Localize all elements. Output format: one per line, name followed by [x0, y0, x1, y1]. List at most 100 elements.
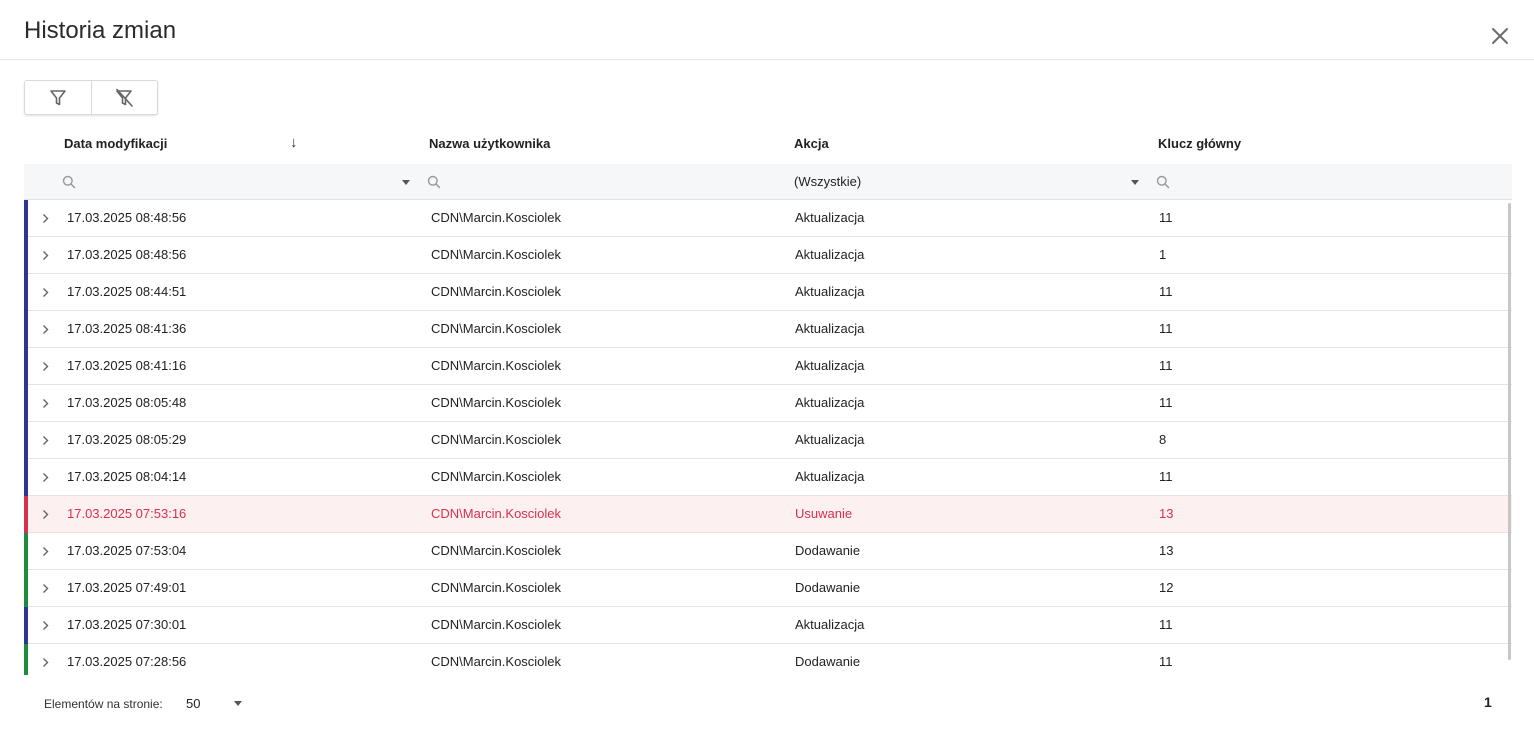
action-cell: Aktualizacja [795, 358, 865, 373]
action-cell: Dodawanie [795, 654, 861, 669]
date-cell: 17.03.2025 07:53:16 [67, 506, 187, 521]
user-cell: CDN\Marcin.Kosciolek [431, 358, 562, 373]
expand-chevron-icon[interactable] [40, 398, 51, 409]
action-cell: Aktualizacja [795, 210, 865, 225]
date-cell: 17.03.2025 08:04:14 [67, 469, 187, 484]
search-icon [1156, 175, 1170, 188]
action-filter-dropdown-icon[interactable] [1131, 180, 1139, 185]
date-cell: 17.03.2025 08:05:29 [67, 432, 187, 447]
table-row[interactable]: 17.03.2025 08:04:14 CDN\Marcin.Kosciolek A… [24, 459, 1512, 496]
key-cell: 8 [1159, 432, 1167, 447]
key-cell: 11 [1159, 469, 1173, 484]
column-header-user[interactable]: Nazwa użytkownika [429, 136, 550, 151]
key-cell: 11 [1159, 654, 1173, 669]
clear-filter-button[interactable] [90, 81, 158, 114]
date-filter-dropdown-icon[interactable] [402, 180, 410, 185]
table-row[interactable]: 17.03.2025 07:49:01 CDN\Marcin.Kosciolek D… [24, 570, 1512, 607]
key-cell: 11 [1159, 321, 1173, 336]
column-header-key[interactable]: Klucz główny [1158, 136, 1241, 151]
table-row[interactable]: 17.03.2025 08:44:51 CDN\Marcin.Kosciolek A… [24, 274, 1512, 311]
dialog-title: Historia zmian [24, 17, 177, 44]
expand-chevron-icon[interactable] [40, 657, 51, 668]
table-row[interactable]: 17.03.2025 08:48:56 CDN\Marcin.Kosciolek A… [24, 200, 1512, 237]
key-cell: 1 [1159, 247, 1167, 262]
vertical-scrollbar[interactable] [1508, 203, 1511, 660]
user-cell: CDN\Marcin.Kosciolek [431, 321, 562, 336]
table-row[interactable]: 17.03.2025 07:28:56 CDN\Marcin.Kosciolek D… [24, 644, 1512, 675]
page-size-dropdown-icon[interactable] [234, 701, 242, 706]
user-cell: CDN\Marcin.Kosciolek [431, 284, 562, 299]
column-header-date[interactable]: Data modyfikacji [64, 136, 167, 151]
search-icon [62, 175, 76, 188]
date-filter-input[interactable] [62, 164, 412, 199]
filter-button[interactable] [25, 81, 91, 114]
table-row[interactable]: 17.03.2025 08:05:29 CDN\Marcin.Kosciolek A… [24, 422, 1512, 459]
action-filter-select[interactable]: (Wszystkie) [794, 164, 1144, 199]
user-cell: CDN\Marcin.Kosciolek [431, 506, 562, 521]
page-size-label: Elementów na stronie: [44, 697, 163, 711]
key-filter-input[interactable] [1156, 164, 1506, 199]
date-cell: 17.03.2025 07:49:01 [67, 580, 187, 595]
sort-descending-icon[interactable]: ↓ [290, 134, 298, 151]
row-status-indicator [24, 274, 28, 311]
key-cell: 11 [1159, 358, 1173, 373]
user-cell: CDN\Marcin.Kosciolek [431, 210, 562, 225]
expand-chevron-icon[interactable] [40, 435, 51, 446]
expand-chevron-icon[interactable] [40, 583, 51, 594]
row-status-indicator [24, 200, 28, 237]
date-cell: 17.03.2025 08:05:48 [67, 395, 187, 410]
user-cell: CDN\Marcin.Kosciolek [431, 247, 562, 262]
date-cell: 17.03.2025 07:28:56 [67, 654, 187, 669]
expand-chevron-icon[interactable] [40, 287, 51, 298]
row-status-indicator [24, 570, 28, 607]
user-cell: CDN\Marcin.Kosciolek [431, 617, 562, 632]
key-cell: 13 [1159, 506, 1174, 521]
expand-chevron-icon[interactable] [40, 324, 51, 335]
action-cell: Aktualizacja [795, 469, 865, 484]
row-status-indicator [24, 348, 28, 385]
action-cell: Aktualizacja [795, 432, 865, 447]
table-row[interactable]: 17.03.2025 07:53:04 CDN\Marcin.Kosciolek D… [24, 533, 1512, 570]
column-header-action[interactable]: Akcja [794, 136, 829, 151]
key-cell: 11 [1159, 395, 1173, 410]
user-cell: CDN\Marcin.Kosciolek [431, 654, 562, 669]
table-row[interactable]: 17.03.2025 08:41:16 CDN\Marcin.Kosciolek A… [24, 348, 1512, 385]
table-row[interactable]: 17.03.2025 07:53:16 CDN\Marcin.Kosciolek U… [24, 496, 1512, 533]
close-icon[interactable] [1489, 25, 1511, 47]
date-cell: 17.03.2025 08:41:36 [67, 321, 187, 336]
expand-chevron-icon[interactable] [40, 361, 51, 372]
filter-toolbar [24, 80, 158, 115]
table-row[interactable]: 17.03.2025 08:41:36 CDN\Marcin.Kosciolek A… [24, 311, 1512, 348]
current-page[interactable]: 1 [1484, 694, 1492, 710]
expand-chevron-icon[interactable] [40, 620, 51, 631]
action-filter-value: (Wszystkie) [794, 174, 862, 189]
key-cell: 11 [1159, 210, 1173, 225]
expand-chevron-icon[interactable] [40, 250, 51, 261]
expand-chevron-icon[interactable] [40, 546, 51, 557]
user-cell: CDN\Marcin.Kosciolek [431, 580, 562, 595]
key-cell: 12 [1159, 580, 1174, 595]
action-cell: Aktualizacja [795, 247, 865, 262]
date-cell: 17.03.2025 07:53:04 [67, 543, 187, 558]
table-row[interactable]: 17.03.2025 08:05:48 CDN\Marcin.Kosciolek A… [24, 385, 1512, 422]
dialog-header: Historia zmian [0, 0, 1534, 60]
expand-chevron-icon[interactable] [40, 213, 51, 224]
action-cell: Aktualizacja [795, 395, 865, 410]
user-cell: CDN\Marcin.Kosciolek [431, 395, 562, 410]
key-cell: 11 [1159, 617, 1173, 632]
action-cell: Aktualizacja [795, 617, 865, 632]
user-cell: CDN\Marcin.Kosciolek [431, 432, 562, 447]
action-cell: Aktualizacja [795, 284, 865, 299]
row-status-indicator [24, 533, 28, 570]
expand-chevron-icon[interactable] [40, 472, 51, 483]
table-row[interactable]: 17.03.2025 07:30:01 CDN\Marcin.Kosciolek A… [24, 607, 1512, 644]
action-cell: Dodawanie [795, 580, 861, 595]
key-cell: 13 [1159, 543, 1174, 558]
row-status-indicator [24, 311, 28, 348]
page-size-select[interactable]: 50 [186, 696, 200, 711]
action-cell: Usuwanie [795, 506, 853, 521]
table-row[interactable]: 17.03.2025 08:48:56 CDN\Marcin.Kosciolek A… [24, 237, 1512, 274]
expand-chevron-icon[interactable] [40, 509, 51, 520]
date-cell: 17.03.2025 08:41:16 [67, 358, 187, 373]
user-filter-input[interactable] [427, 164, 767, 199]
